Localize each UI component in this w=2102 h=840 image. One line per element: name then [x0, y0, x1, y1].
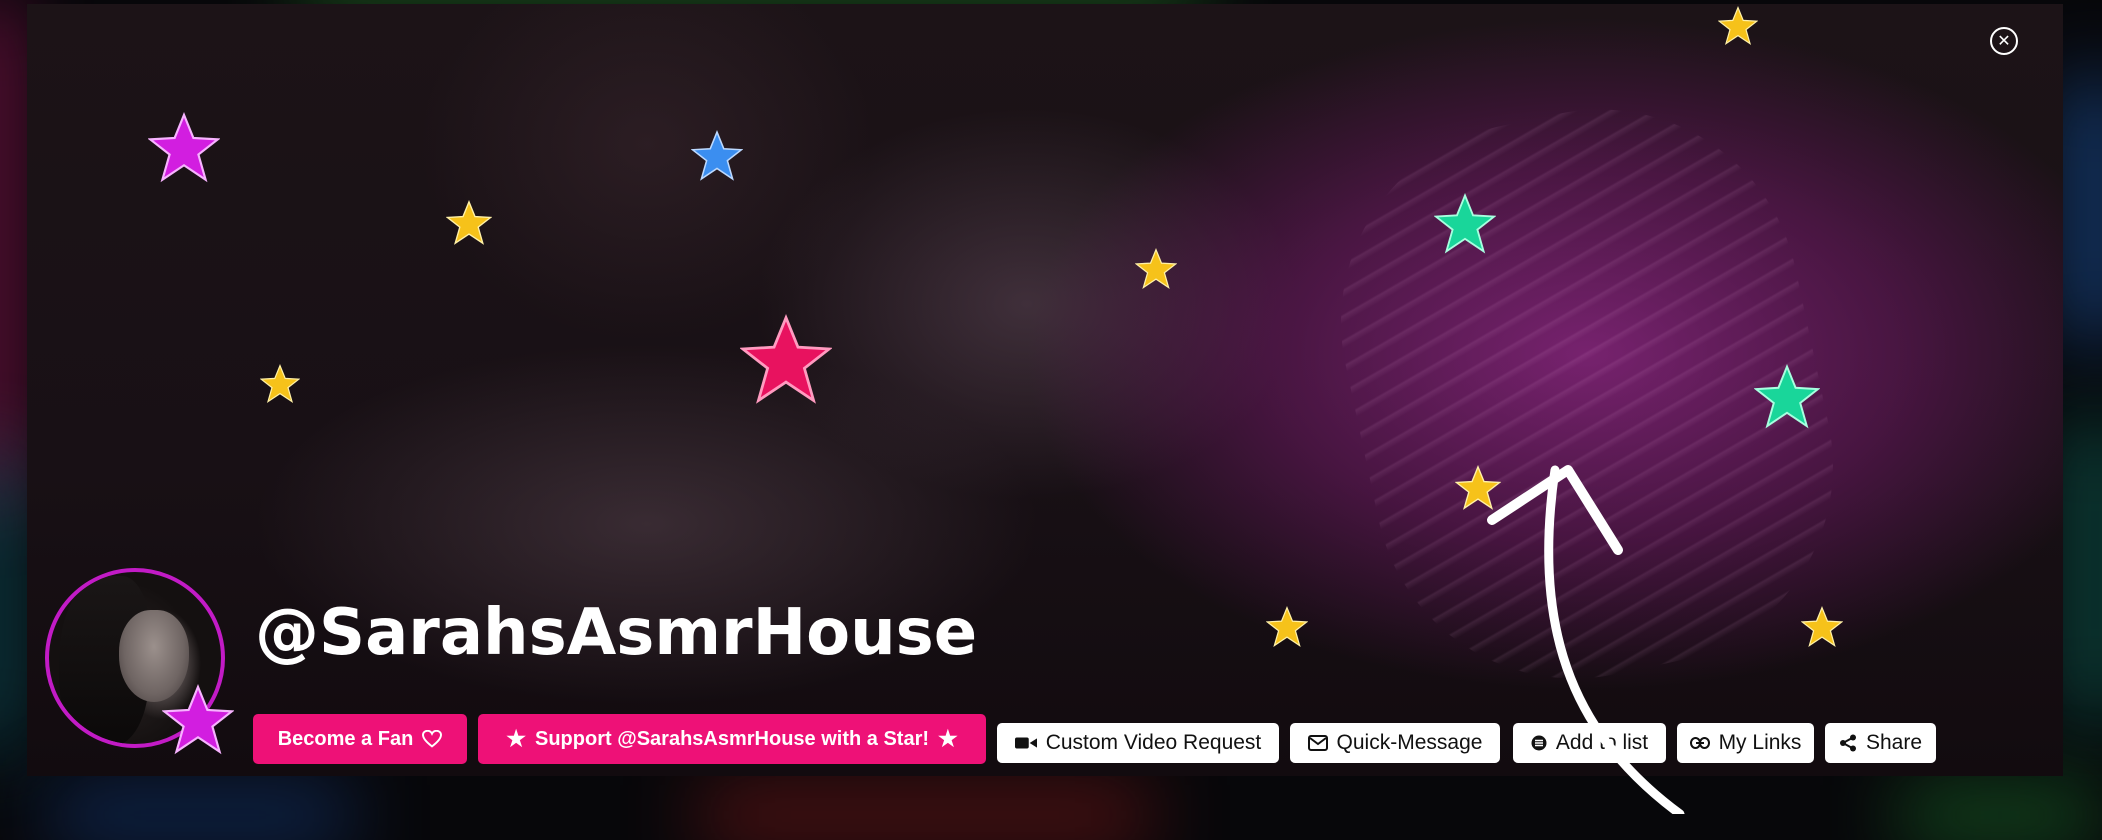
add-to-list-button[interactable]: Add to list — [1513, 723, 1666, 763]
star-icon — [691, 130, 743, 181]
custom-video-request-button[interactable]: Custom Video Request — [997, 723, 1279, 763]
share-icon — [1839, 734, 1856, 752]
envelope-icon — [1307, 735, 1328, 751]
support-star-button[interactable]: ★ Support @SarahsAsmrHouse with a Star! … — [478, 714, 986, 764]
heart-icon — [422, 730, 443, 748]
star-icon — [1266, 606, 1308, 647]
quick-message-button[interactable]: Quick-Message — [1290, 723, 1500, 763]
star-icon — [446, 200, 492, 245]
star-icon — [260, 364, 300, 404]
close-button[interactable]: ✕ — [1990, 27, 2018, 55]
avatar-star-badge-icon — [162, 684, 234, 755]
custom-video-request-label: Custom Video Request — [1045, 731, 1262, 754]
edge-glow-right-blue — [2070, 80, 2102, 340]
star-icon — [1754, 364, 1820, 429]
edge-glow-left-pink — [0, 0, 10, 500]
add-to-list-label: Add to list — [1555, 731, 1649, 754]
star-icon — [740, 314, 832, 404]
star-icon — [1801, 606, 1843, 647]
edge-glow-bottom-blue — [50, 790, 350, 840]
star-icon — [1718, 6, 1758, 46]
my-links-button[interactable]: My Links — [1677, 723, 1814, 763]
edge-glow-bottom-red — [700, 790, 1150, 840]
star-icon: ★ — [506, 726, 526, 751]
share-label: Share — [1865, 731, 1923, 754]
video-camera-icon — [1014, 737, 1037, 749]
quick-message-label: Quick-Message — [1336, 731, 1483, 754]
star-icon — [148, 112, 220, 183]
list-icon — [1531, 735, 1547, 751]
edge-glow-left-teal — [0, 450, 10, 750]
edge-glow-bottom-green — [1900, 790, 2100, 840]
close-icon: ✕ — [1997, 31, 2011, 50]
become-fan-button[interactable]: Become a Fan — [253, 714, 467, 764]
edge-glow-right-teal — [2070, 420, 2102, 720]
star-icon — [1434, 193, 1496, 254]
link-icon — [1689, 737, 1710, 749]
share-button[interactable]: Share — [1825, 723, 1936, 763]
star-icon — [1455, 465, 1501, 510]
star-icon: ★ — [938, 726, 958, 751]
support-star-label: Support @SarahsAsmrHouse with a Star! — [534, 727, 930, 750]
my-links-label: My Links — [1718, 731, 1802, 754]
become-fan-label: Become a Fan — [277, 727, 414, 750]
profile-username: @SarahsAsmrHouse — [255, 596, 978, 670]
star-icon — [1135, 248, 1177, 289]
